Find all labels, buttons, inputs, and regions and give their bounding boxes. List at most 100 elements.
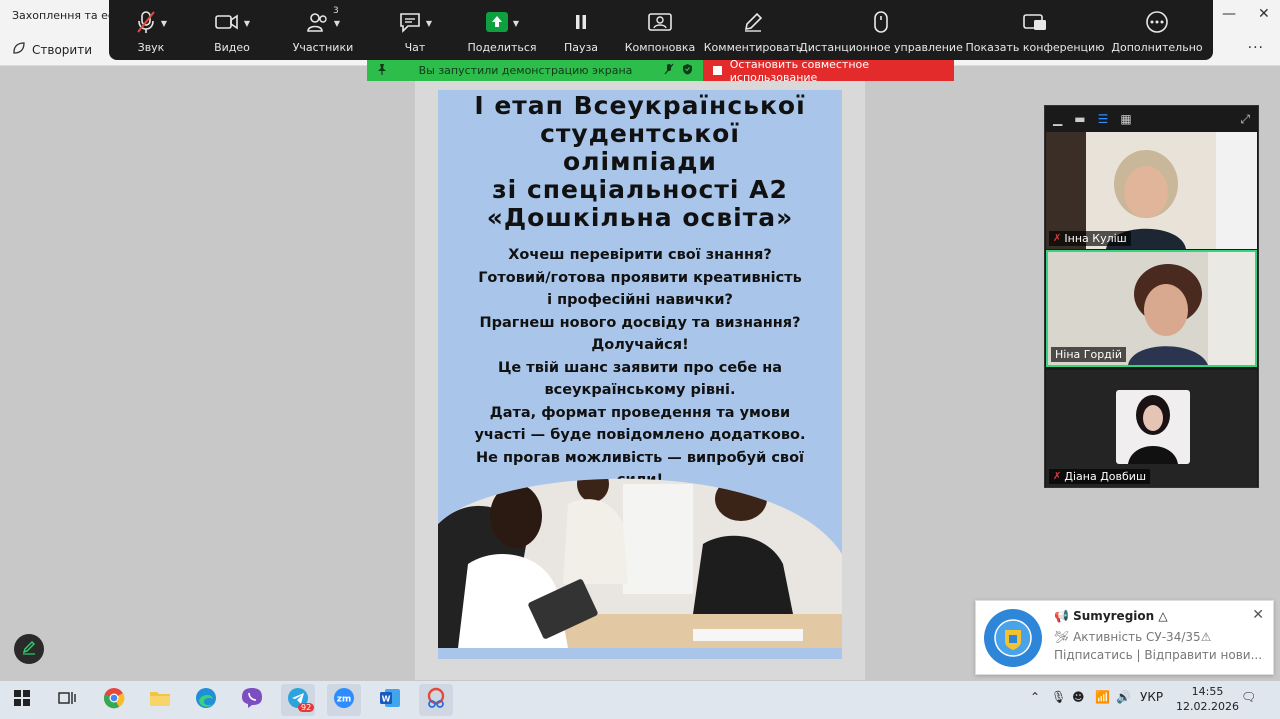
stop-icon [713, 66, 722, 75]
gallery-grid-icon[interactable]: ▦ [1120, 112, 1131, 126]
slide-title-line: «Дошкільна освіта» [486, 203, 794, 232]
background-window-title: Захоплення та ескі [12, 9, 124, 22]
snipping-tool-icon [425, 687, 447, 713]
notification-toast[interactable]: 📢 Sumyregion △ 🛩 Активність СУ-34/35⚠ Пі… [975, 600, 1274, 675]
gallery-view-controls: ▁ ▬ ☰ ▦ ⤢ [1045, 106, 1258, 132]
folder-icon [149, 689, 171, 711]
more-button[interactable]: Дополнительно [1111, 0, 1203, 60]
audio-button[interactable]: ▼ Звук [115, 0, 187, 60]
show-meeting-icon [1022, 12, 1048, 35]
create-button[interactable]: Створити [12, 41, 92, 58]
word-icon: W [379, 687, 401, 713]
participant-tile[interactable]: ✗ Діана Довбиш [1046, 370, 1257, 487]
chrome-icon [103, 687, 125, 713]
slide-title-line: зі спеціальності А2 [492, 175, 788, 204]
chat-label: Чат [404, 41, 426, 54]
annotate-button[interactable]: Комментировать [701, 0, 805, 60]
slide-body-line: і професійні навички? [547, 292, 733, 308]
chevron-down-icon[interactable]: ▼ [244, 19, 250, 28]
annotation-pen-button[interactable] [14, 634, 44, 664]
slide-body: Хочеш перевірити свої знання? Готовий/го… [438, 244, 842, 492]
taskbar-chrome[interactable] [97, 684, 131, 716]
taskbar-word[interactable]: W [373, 684, 407, 716]
volume-icon[interactable]: 🔊 [1116, 690, 1131, 704]
participants-button[interactable]: ▼ 3 Участники [277, 0, 369, 60]
audio-label: Звук [137, 41, 165, 54]
pencil-icon [742, 11, 764, 36]
remote-control-button[interactable]: Дистанционное управление [799, 0, 963, 60]
microphone-tray-icon[interactable]: 🎙 [1051, 690, 1066, 704]
task-view-button[interactable] [50, 684, 84, 716]
more-options-icon[interactable]: ··· [1248, 40, 1264, 56]
chevron-down-icon[interactable]: ▼ [161, 19, 167, 28]
more-icon [1145, 10, 1169, 37]
taskbar-edge[interactable] [189, 684, 223, 716]
show-meeting-button[interactable]: Показать конференцию [957, 0, 1113, 60]
slide-body-line: Це твій шанс заявити про себе на [497, 359, 783, 376]
taskbar-telegram[interactable]: 92 [281, 684, 315, 716]
participant-name: Інна Куліш [1064, 232, 1127, 245]
participant-name: Діана Довбиш [1064, 470, 1147, 483]
taskbar-snipping-tool[interactable] [419, 684, 453, 716]
telegram-unread-badge: 92 [298, 703, 315, 712]
slide-body-line: Готовий/готова проявити креативність [478, 269, 802, 286]
slide-body-line: Дата, формат проведення та умови [489, 404, 791, 421]
pin-icon[interactable] [377, 63, 387, 78]
expand-icon[interactable]: ⤢ [1240, 112, 1250, 127]
students-photo [438, 478, 842, 648]
notification-actions: Підписатись | Відправити нови... [1054, 648, 1263, 662]
system-clock[interactable]: 14:55 12.02.2026 [1176, 684, 1239, 714]
close-icon[interactable]: ✕ [1252, 607, 1264, 623]
speaker-view-icon[interactable]: ☰ [1098, 112, 1109, 126]
annotate-label: Комментировать [703, 41, 803, 54]
share-screen-icon [485, 11, 509, 36]
slide-title-line: олімпіади [563, 147, 717, 176]
pause-icon [573, 12, 589, 35]
participant-tile[interactable]: ✗ Інна Куліш [1046, 132, 1257, 249]
show-meeting-label: Показать конференцию [965, 41, 1105, 54]
show-hidden-icons[interactable]: ⌃ [1030, 690, 1040, 704]
participants-label: Участники [292, 41, 354, 54]
minimize-window-icon[interactable]: — [1222, 6, 1236, 22]
chat-button[interactable]: ▼ Чат [369, 0, 461, 60]
hide-video-icon[interactable]: ▬ [1074, 112, 1085, 126]
app-tray-icon[interactable]: ☻ [1072, 690, 1085, 704]
taskbar-file-explorer[interactable] [143, 684, 177, 716]
chevron-down-icon[interactable]: ▼ [426, 19, 432, 28]
participant-name: Ніна Гордій [1055, 348, 1122, 361]
notification-message: 🛩 Активність СУ-34/35⚠ [1054, 630, 1212, 644]
slide-body-line: Хочеш перевірити свої знання? [508, 247, 772, 263]
share-screen-button[interactable]: ▼ Поделиться [461, 0, 543, 60]
slide-body-line: Прагнеш нового досвіду та визнання? [479, 314, 801, 331]
pause-share-button[interactable]: Пауза [543, 0, 619, 60]
muted-mic-icon: ✗ [1053, 471, 1062, 482]
notification-title: 📢 Sumyregion △ [1054, 609, 1168, 623]
start-button[interactable] [5, 684, 39, 716]
taskbar-zoom[interactable]: zm [327, 684, 361, 716]
chevron-down-icon[interactable]: ▼ [334, 19, 340, 28]
participant-name-tag: ✗ Інна Куліш [1049, 231, 1131, 246]
chevron-down-icon[interactable]: ▼ [513, 19, 519, 28]
muted-mic-icon[interactable] [664, 63, 674, 78]
meeting-toolbar: ▼ Звук ▼ Видео ▼ 3 Участники ▼ Чат ▼ Под… [109, 0, 1213, 60]
wifi-icon[interactable]: 📶 [1095, 690, 1110, 704]
minimize-video-icon[interactable]: ▁ [1053, 112, 1062, 126]
pause-label: Пауза [563, 41, 599, 54]
edge-icon [195, 687, 217, 713]
slide-body-line: Долучайся! [591, 337, 689, 353]
notification-title-text: Sumyregion [1073, 609, 1155, 623]
stop-share-button[interactable]: Остановить совместное использование [703, 58, 954, 84]
taskbar-viber[interactable] [235, 684, 269, 716]
viber-icon [241, 687, 263, 713]
input-language[interactable]: УКР [1140, 690, 1163, 704]
shield-icon[interactable] [682, 63, 693, 78]
slide-body-line: всеукраїнському рівні. [544, 382, 736, 398]
participants-gallery: ▁ ▬ ☰ ▦ ⤢ ✗ Інна Куліш Ніна Гордій ✗ Діа… [1044, 105, 1259, 488]
layout-button[interactable]: Компоновка [619, 0, 701, 60]
participant-tile[interactable]: Ніна Гордій [1046, 250, 1257, 367]
slide-title-line: студентської [540, 119, 740, 148]
clock-date: 12.02.2026 [1176, 700, 1239, 713]
notifications-icon[interactable]: 🗨 [1241, 690, 1256, 704]
close-window-icon[interactable]: ✕ [1258, 6, 1270, 22]
video-button[interactable]: ▼ Видео [187, 0, 277, 60]
